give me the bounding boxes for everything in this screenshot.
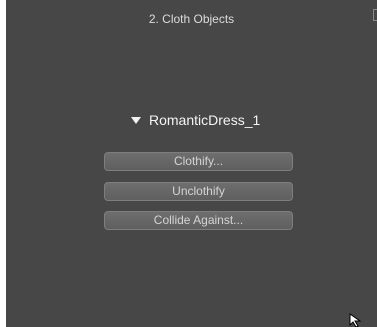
cloth-objects-panel: 2. Cloth Objects RomanticDress_1 Clothif…	[6, 0, 377, 327]
collide-against-button[interactable]: Collide Against...	[104, 211, 293, 230]
triangle-down-icon[interactable]	[131, 116, 141, 124]
mouse-cursor-icon	[349, 313, 362, 327]
clothify-button[interactable]: Clothify...	[104, 152, 293, 171]
unclothify-button[interactable]: Unclothify	[104, 182, 293, 201]
panel-title: 2. Cloth Objects	[148, 12, 235, 26]
cloth-object-name: RomanticDress_1	[149, 112, 261, 128]
cloth-object-item[interactable]: RomanticDress_1	[131, 111, 260, 129]
panel-resize-handle[interactable]	[373, 9, 377, 21]
